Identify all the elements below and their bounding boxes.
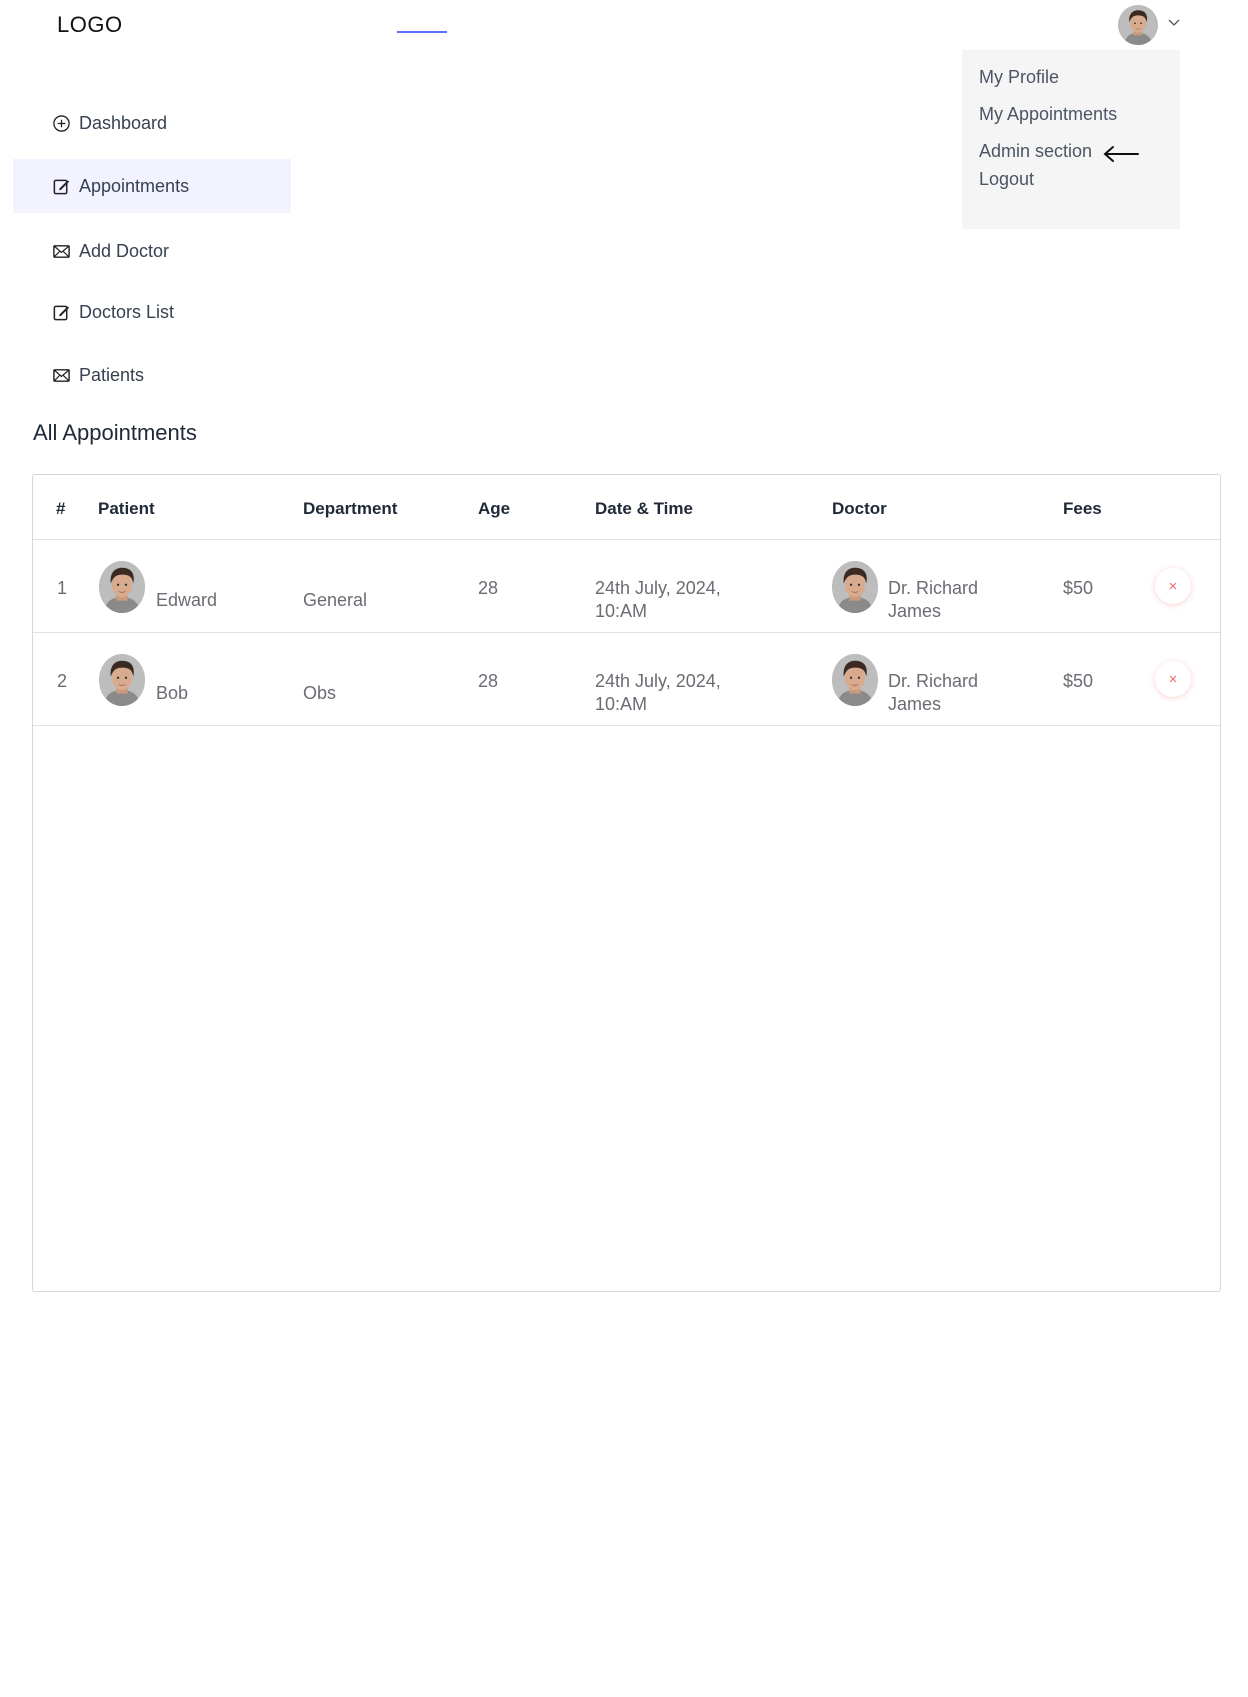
- doctor-photo: [832, 654, 878, 706]
- department: Obs: [303, 683, 337, 703]
- edit-note-icon: [53, 305, 70, 320]
- patient-name: Edward: [156, 590, 218, 610]
- user-photo: [1118, 5, 1158, 45]
- sidebar-item-label: Appointments: [79, 175, 190, 196]
- patient-name: Bob: [156, 683, 189, 703]
- doctor-avatar: [832, 561, 878, 613]
- column-header-number: #: [56, 499, 66, 518]
- appointments-table: # Patient Department Age Date & Time Doc…: [32, 474, 1221, 1292]
- appointment-datetime: 24th July, 2024, 10:AM: [595, 578, 721, 621]
- column-header-department: Department: [303, 499, 398, 518]
- menu-item-admin-section[interactable]: Admin section: [979, 141, 1092, 162]
- cancel-appointment-button[interactable]: ×: [1155, 568, 1191, 604]
- doctor-name: Dr. Richard James: [888, 578, 979, 621]
- close-icon: ×: [1168, 577, 1178, 595]
- envelope-icon: [53, 244, 70, 258]
- patient-photo: [99, 561, 145, 613]
- edit-note-icon: [53, 179, 70, 194]
- sidebar-item-dashboard[interactable]: Dashboard: [13, 96, 291, 150]
- patient-age: 28: [478, 578, 499, 598]
- sidebar-item-label: Dashboard: [79, 112, 168, 133]
- menu-item-logout[interactable]: Logout: [979, 169, 1034, 190]
- doctor-name: Dr. Richard James: [888, 671, 979, 714]
- column-header-age: Age: [478, 499, 511, 518]
- sidebar-item-appointments[interactable]: Appointments: [13, 159, 291, 213]
- column-header-patient: Patient: [98, 499, 155, 518]
- cancel-appointment-button[interactable]: ×: [1155, 661, 1191, 697]
- appointment-datetime: 24th July, 2024, 10:AM: [595, 671, 721, 714]
- page-title: All Appointments: [33, 420, 197, 445]
- sidebar-item-label: Add Doctor: [79, 240, 170, 261]
- menu-item-my-appointments[interactable]: My Appointments: [979, 104, 1117, 125]
- doctor-photo: [832, 561, 878, 613]
- sidebar-item-label: Patients: [79, 364, 145, 385]
- arrow-left-icon: [1103, 146, 1139, 162]
- nav-active-underline: [397, 31, 447, 33]
- appointment-fees: $50: [1063, 671, 1094, 691]
- table-row[interactable]: 1 Edward General 28 24th July, 2024, 10:…: [33, 540, 1220, 633]
- chevron-down-icon[interactable]: [1166, 14, 1182, 30]
- sidebar-item-label: Doctors List: [79, 301, 175, 322]
- envelope-icon: [53, 368, 70, 382]
- plus-circle-icon: [53, 114, 70, 132]
- close-icon: ×: [1168, 670, 1178, 688]
- table-row[interactable]: 2 Bob Obs 28 24th July, 2024, 10:AM Dr. …: [33, 633, 1220, 726]
- patient-photo: [99, 654, 145, 706]
- menu-item-my-profile[interactable]: My Profile: [979, 67, 1059, 88]
- profile-avatar[interactable]: [1118, 5, 1158, 45]
- sidebar-item-add-doctor[interactable]: Add Doctor: [13, 224, 291, 278]
- patient-avatar: [99, 561, 145, 613]
- profile-dropdown-menu: My Profile My Appointments Admin section…: [962, 50, 1180, 229]
- column-header-date-time: Date & Time: [595, 499, 693, 518]
- patient-age: 28: [478, 671, 499, 691]
- row-number: 1: [57, 578, 68, 598]
- doctor-avatar: [832, 654, 878, 706]
- department: General: [303, 590, 368, 610]
- sidebar-item-doctors-list[interactable]: Doctors List: [13, 285, 291, 339]
- column-header-doctor: Doctor: [832, 499, 887, 518]
- sidebar-item-patients[interactable]: Patients: [13, 348, 291, 402]
- row-number: 2: [57, 671, 68, 691]
- column-header-fees: Fees: [1063, 499, 1102, 518]
- patient-avatar: [99, 654, 145, 706]
- logo[interactable]: LOGO: [57, 12, 123, 38]
- appointment-fees: $50: [1063, 578, 1094, 598]
